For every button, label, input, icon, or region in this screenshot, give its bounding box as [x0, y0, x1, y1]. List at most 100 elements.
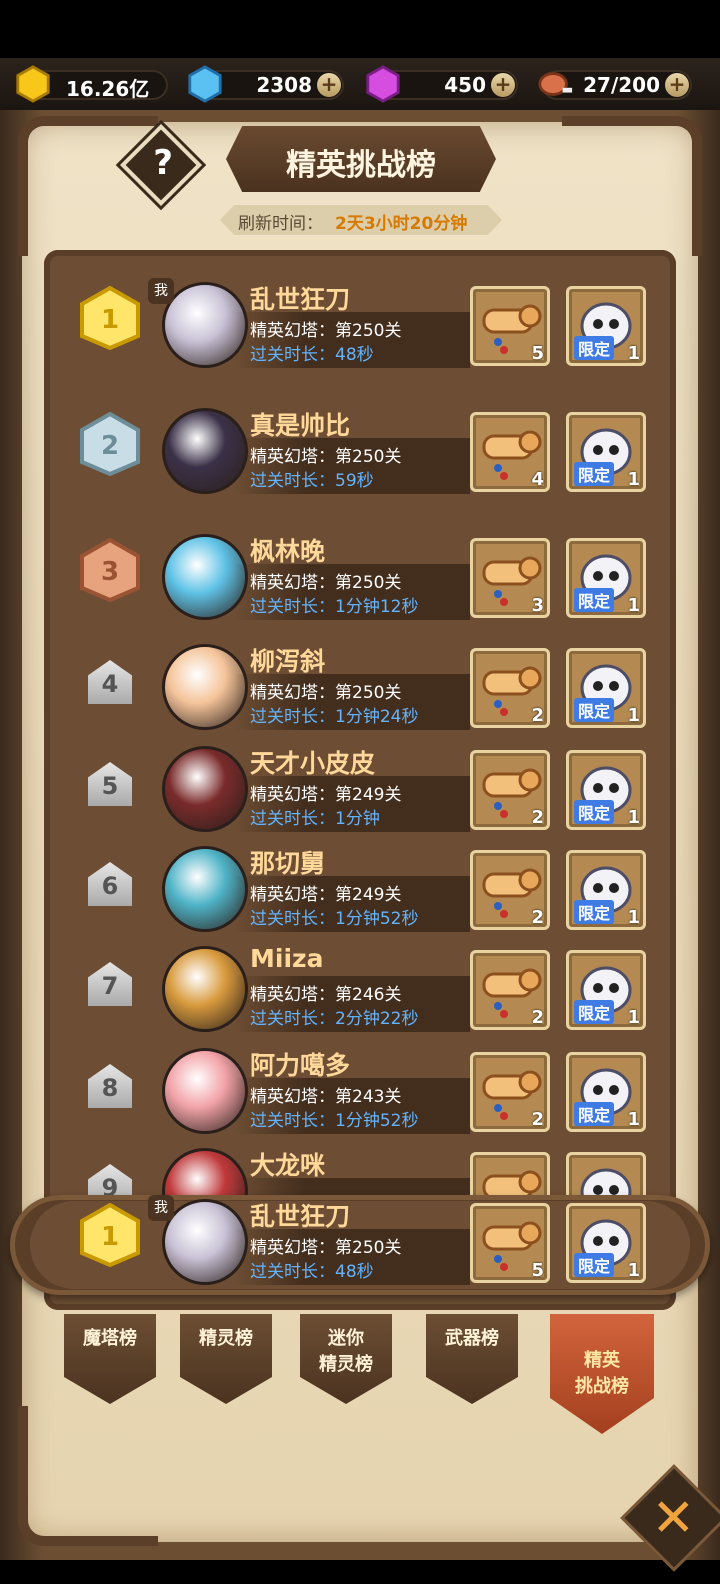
- reward-count: 1: [627, 807, 640, 828]
- diamond-plus-button[interactable]: +: [317, 73, 341, 97]
- resource-bar: 16.26亿 2308 + 450 + 27/200 +: [0, 58, 720, 110]
- clear-time: 过关时长：1分钟52秒: [250, 1111, 419, 1131]
- reward-count: 1: [627, 1007, 640, 1028]
- reward-pet[interactable]: 限定 1: [566, 1052, 646, 1132]
- reward-pet[interactable]: 限定 1: [566, 286, 646, 366]
- player-stats: 精英幻塔：第250关 过关时长：59秒: [234, 438, 470, 494]
- reward-pet[interactable]: 限定 1: [566, 538, 646, 618]
- player-stats: 精英幻塔：第250关 过关时长：48秒: [234, 1229, 470, 1285]
- player-stats: 精英幻塔：第250关 过关时长：1分钟24秒: [234, 674, 470, 730]
- reward-count: 3: [531, 595, 544, 616]
- reward-count: 2: [531, 807, 544, 828]
- gold-counter: 16.26亿: [16, 65, 168, 103]
- rank-number: 3: [101, 557, 119, 587]
- leaderboard-row[interactable]: 1 我 乱世狂刀 精英幻塔：第250关 过关时长：48秒 5 限定 1: [44, 278, 676, 386]
- leaderboard-list[interactable]: 1 我乱世狂刀 精英幻塔：第250关 过关时长：48秒 5 限定 1 2 真是帅比 精英幻塔：第2…: [44, 250, 676, 1310]
- rank-number: 1: [101, 305, 119, 335]
- limited-tag: 限定: [574, 588, 615, 612]
- reward-scroll[interactable]: 5: [470, 286, 550, 366]
- frame-ornament: [18, 116, 158, 256]
- leaderboard-row[interactable]: 7 Miiza 精英幻塔：第246关 过关时长：2分钟22秒 2 限定 1: [44, 944, 676, 1050]
- leaderboard-row[interactable]: 4 柳泻斜 精英幻塔：第250关 过关时长：1分钟24秒 2 限定 1: [44, 644, 676, 748]
- reward-scroll[interactable]: 2: [470, 950, 550, 1030]
- leaderboard-row[interactable]: 3 枫林晚 精英幻塔：第250关 过关时长：1分钟12秒 3 限定 1: [44, 534, 676, 638]
- reward-count: 5: [531, 1260, 544, 1281]
- crystal-value: 450: [444, 73, 486, 97]
- page-title: 精英挑战榜: [286, 148, 436, 183]
- me-tag: 我: [148, 278, 174, 304]
- reward-pet[interactable]: 限定 1: [566, 950, 646, 1030]
- reward-count: 1: [627, 1260, 640, 1281]
- rank-badge-icon: 3: [80, 538, 140, 602]
- reward-count: 1: [627, 595, 640, 616]
- limited-tag: 限定: [574, 800, 615, 824]
- leaderboard-row[interactable]: 1 我 乱世狂刀 精英幻塔：第250关 过关时长：48秒 5 限定 1: [44, 1195, 676, 1303]
- player-name: 大龙咪: [250, 1151, 326, 1180]
- reward-count: 2: [531, 705, 544, 726]
- rank-number: 7: [101, 972, 119, 1000]
- player-stats: 精英幻塔：第250关 过关时长：48秒: [234, 312, 470, 368]
- tower-level: 精英幻塔：第250关: [250, 683, 402, 703]
- tower-level: 精英幻塔：第246关: [250, 985, 402, 1005]
- diamond-value: 2308: [256, 73, 312, 97]
- diamond-icon: [188, 65, 222, 103]
- stamina-counter: 27/200 +: [538, 70, 692, 100]
- reward-count: 1: [627, 469, 640, 490]
- reward-pet[interactable]: 限定 1: [566, 412, 646, 492]
- rank-number: 1: [101, 1222, 119, 1252]
- refresh-timer: 刷新时间： 2天3小时20分钟: [220, 205, 502, 235]
- player-stats: 精英幻塔：第246关 过关时长：2分钟22秒: [234, 976, 470, 1032]
- player-name: 乱世狂刀: [250, 285, 351, 314]
- frame-ornament: [562, 116, 702, 256]
- leaderboard-row[interactable]: 5 天才小皮皮 精英幻塔：第249关 过关时长：1分钟 2 限定 1: [44, 746, 676, 850]
- crystal-plus-button[interactable]: +: [491, 73, 515, 97]
- rank-number: 6: [101, 872, 119, 900]
- reward-scroll[interactable]: 4: [470, 412, 550, 492]
- player-name: 枫林晚: [250, 537, 326, 566]
- reward-pet[interactable]: 限定 1: [566, 750, 646, 830]
- clear-time: 过关时长：1分钟24秒: [250, 707, 419, 727]
- tower-level: 精英幻塔：第250关: [250, 573, 402, 593]
- clear-time: 过关时长：48秒: [250, 1262, 374, 1282]
- clear-time: 过关时长：1分钟: [250, 809, 380, 829]
- player-stats: 精英幻塔：第243关 过关时长：1分钟52秒: [234, 1078, 470, 1134]
- reward-scroll[interactable]: 2: [470, 1052, 550, 1132]
- crystal-counter: 450 +: [366, 65, 518, 103]
- reward-count: 1: [627, 907, 640, 928]
- frame-ornament: [18, 1406, 158, 1546]
- stamina-plus-button[interactable]: +: [665, 73, 689, 97]
- player-stats: 精英幻塔：第249关 过关时长：1分钟: [234, 776, 470, 832]
- limited-tag: 限定: [574, 1102, 615, 1126]
- close-icon: ✕: [651, 1488, 696, 1549]
- player-name: 天才小皮皮: [250, 749, 376, 778]
- question-icon: ?: [153, 142, 173, 183]
- reward-count: 1: [627, 1109, 640, 1130]
- tab-label: 精灵榜: [199, 1328, 253, 1349]
- limited-tag: 限定: [574, 336, 615, 360]
- leaderboard-row[interactable]: 8 阿力噶多 精英幻塔：第243关 过关时长：1分钟52秒 2 限定 1: [44, 1048, 676, 1152]
- reward-scroll[interactable]: 3: [470, 538, 550, 618]
- reward-pet[interactable]: 限定 1: [566, 1203, 646, 1283]
- reward-scroll[interactable]: 2: [470, 750, 550, 830]
- tower-level: 精英幻塔：第250关: [250, 1238, 402, 1258]
- reward-pet[interactable]: 限定 1: [566, 850, 646, 930]
- clear-time: 过关时长：2分钟22秒: [250, 1009, 419, 1029]
- reward-scroll[interactable]: 5: [470, 1203, 550, 1283]
- limited-tag: 限定: [574, 1253, 615, 1277]
- leaderboard-row[interactable]: 2 真是帅比 精英幻塔：第250关 过关时长：59秒 4 限定 1: [44, 408, 676, 512]
- rank-badge: 4: [88, 660, 132, 704]
- tab-label: 迷你 精灵榜: [319, 1328, 373, 1375]
- rank-badge: 6: [88, 862, 132, 906]
- reward-scroll[interactable]: 2: [470, 648, 550, 728]
- reward-count: 1: [627, 705, 640, 726]
- rank-badge: 5: [88, 762, 132, 806]
- reward-scroll[interactable]: 2: [470, 850, 550, 930]
- rank-badge: 8: [88, 1064, 132, 1108]
- player-name: 真是帅比: [250, 411, 351, 440]
- reward-count: 1: [627, 343, 640, 364]
- rank-number: 2: [101, 431, 119, 461]
- player-stats: 精英幻塔：第250关 过关时长：1分钟12秒: [234, 564, 470, 620]
- leaderboard-row[interactable]: 6 那切舅 精英幻塔：第249关 过关时长：1分钟52秒 2 限定 1: [44, 846, 676, 950]
- player-name: 柳泻斜: [250, 647, 326, 676]
- reward-pet[interactable]: 限定 1: [566, 648, 646, 728]
